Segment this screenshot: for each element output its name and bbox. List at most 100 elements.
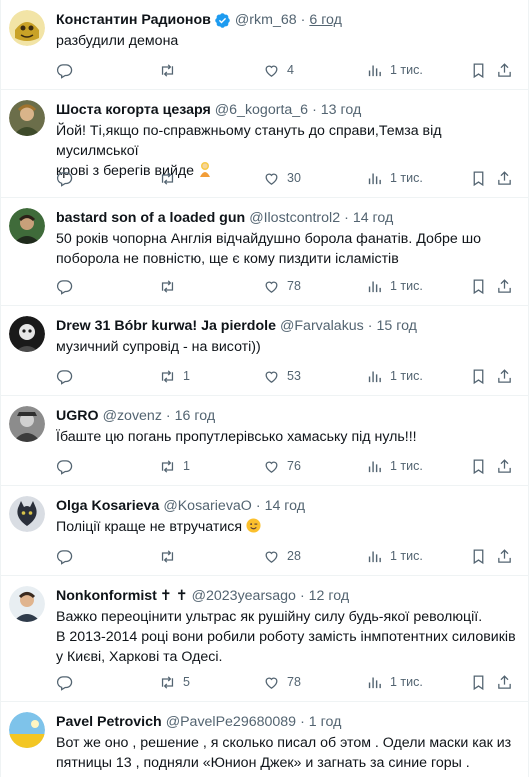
share-button[interactable]	[496, 366, 513, 386]
bookmark-button[interactable]	[470, 276, 487, 296]
author-name[interactable]: bastard son of a loaded gun	[56, 208, 245, 228]
tweet-timestamp[interactable]: 14 год	[353, 208, 393, 228]
avatar[interactable]	[9, 586, 45, 622]
bookmark-button[interactable]	[470, 60, 487, 80]
bookmark-button[interactable]	[470, 168, 487, 188]
tweet[interactable]: Nonkonformist ✝ ✝ @2023yearsago · 12 год…	[1, 576, 528, 702]
tweet-timestamp[interactable]: 15 год	[377, 316, 417, 336]
avatar[interactable]	[9, 406, 45, 442]
like-button[interactable]: 53	[263, 366, 301, 386]
tweet[interactable]: Pavel Petrovich @PavelPe29680089 · 1 год…	[1, 702, 528, 777]
retweet-button[interactable]: 1	[159, 456, 190, 476]
author-handle[interactable]: @rkm_68	[235, 10, 297, 30]
avatar[interactable]	[9, 208, 45, 244]
tweet-text: Їбаште цю погань пропутлерівсько хамаськ…	[56, 429, 417, 445]
share-icon	[498, 62, 511, 77]
retweet-button[interactable]	[159, 546, 183, 566]
retweet-icon	[161, 459, 174, 473]
tweet-timestamp[interactable]: 12 год	[309, 586, 349, 606]
reply-button[interactable]	[56, 672, 80, 692]
avatar[interactable]	[9, 10, 45, 46]
retweet-button[interactable]: 1	[159, 366, 190, 386]
retweet-button[interactable]	[159, 168, 183, 188]
retweet-icon	[161, 63, 174, 77]
tweet-text: Важко переоцінити ультрас як рушійну сил…	[56, 609, 516, 665]
share-button[interactable]	[496, 276, 513, 296]
avatar[interactable]	[9, 496, 45, 532]
bookmark-icon	[473, 548, 484, 564]
views-chart-icon	[368, 281, 381, 292]
author-name[interactable]: Константин Радионов	[56, 10, 211, 30]
share-button[interactable]	[496, 456, 513, 476]
avatar[interactable]	[9, 316, 45, 352]
author-handle[interactable]: @6_kogorta_6	[215, 100, 308, 120]
views-button[interactable]: 1 тис.	[366, 60, 423, 80]
tweet-actions: 30 1 тис.	[56, 168, 516, 188]
author-handle[interactable]: @KosarievaO	[163, 496, 252, 516]
tweet[interactable]: bastard son of a loaded gun @Ilostcontro…	[1, 198, 528, 306]
author-handle[interactable]: @zovenz	[103, 406, 162, 426]
bookmark-icon	[473, 368, 484, 384]
author-name[interactable]: UGRO	[56, 406, 99, 426]
tweet[interactable]: UGRO @zovenz · 16 год Їбаште цю погань п…	[1, 396, 528, 486]
reply-button[interactable]	[56, 546, 80, 566]
like-button[interactable]: 78	[263, 276, 301, 296]
reply-button[interactable]	[56, 456, 80, 476]
tweet-timestamp[interactable]: 6 год	[309, 10, 342, 30]
tweet-text: музичний супровід - на висоті))	[56, 339, 261, 355]
bookmark-button[interactable]	[470, 546, 487, 566]
tweet-text: Поліції краще не втручатися	[56, 517, 516, 539]
reply-button[interactable]	[56, 366, 80, 386]
author-handle[interactable]: @Ilostcontrol2	[249, 208, 340, 228]
tweet[interactable]: Шоста когорта цезаря @6_kogorta_6 · 13 г…	[1, 90, 528, 198]
tweet-timestamp[interactable]: 14 год	[265, 496, 305, 516]
share-button[interactable]	[496, 168, 513, 188]
views-chart-icon	[368, 65, 381, 76]
share-button[interactable]	[496, 672, 513, 692]
like-button[interactable]: 76	[263, 456, 301, 476]
like-button[interactable]: 30	[263, 168, 301, 188]
views-button[interactable]: 1 тис.	[366, 366, 423, 386]
author-handle[interactable]: @2023yearsago	[192, 586, 296, 606]
retweet-button[interactable]	[159, 276, 183, 296]
author-name[interactable]: Drew 31 Bóbr kurwa! Ja pierdole	[56, 316, 276, 336]
reply-button[interactable]	[56, 168, 80, 188]
author-name[interactable]: Pavel Petrovich	[56, 712, 162, 732]
views-button[interactable]: 1 тис.	[366, 276, 423, 296]
like-button[interactable]: 78	[263, 672, 301, 692]
tweet[interactable]: Drew 31 Bóbr kurwa! Ja pierdole @Farvala…	[1, 306, 528, 396]
like-button[interactable]: 28	[263, 546, 301, 566]
bookmark-button[interactable]	[470, 672, 487, 692]
bookmark-button[interactable]	[470, 456, 487, 476]
share-button[interactable]	[496, 546, 513, 566]
author-name[interactable]: Olga Kosarieva	[56, 496, 159, 516]
author-handle[interactable]: @PavelPe29680089	[166, 712, 296, 732]
retweet-button[interactable]	[159, 60, 183, 80]
reply-icon	[56, 171, 73, 187]
views-button[interactable]: 1 тис.	[366, 546, 423, 566]
tweet-timestamp[interactable]: 16 год	[175, 406, 215, 426]
avatar[interactable]	[9, 712, 45, 748]
reply-button[interactable]	[56, 60, 80, 80]
tweet[interactable]: Olga Kosarieva @KosarievaO · 14 год Полі…	[1, 486, 528, 576]
author-handle[interactable]: @Farvalakus	[280, 316, 364, 336]
avatar[interactable]	[9, 100, 45, 136]
bookmark-button[interactable]	[470, 366, 487, 386]
views-button[interactable]: 1 тис.	[366, 168, 423, 188]
tweet-timestamp[interactable]: 1 год	[309, 712, 342, 732]
retweet-button[interactable]: 5	[159, 672, 190, 692]
tweet-text: Вот же оно , решение , я сколько писал о…	[56, 735, 512, 771]
share-button[interactable]	[496, 60, 513, 80]
heart-icon	[265, 677, 278, 689]
views-button[interactable]: 1 тис.	[366, 672, 423, 692]
views-button[interactable]: 1 тис.	[366, 456, 423, 476]
views-chart-icon	[368, 461, 381, 472]
author-name[interactable]: Шоста когорта цезаря	[56, 100, 211, 120]
like-button[interactable]: 4	[263, 60, 294, 80]
tweet-timestamp[interactable]: 13 год	[321, 100, 361, 120]
author-name[interactable]: Nonkonformist	[56, 586, 157, 606]
reply-button[interactable]	[56, 276, 80, 296]
tweet[interactable]: Константин Радионов @rkm_68 · 6 год разб…	[1, 0, 528, 90]
heart-icon	[265, 371, 278, 383]
bookmark-icon	[473, 458, 484, 474]
